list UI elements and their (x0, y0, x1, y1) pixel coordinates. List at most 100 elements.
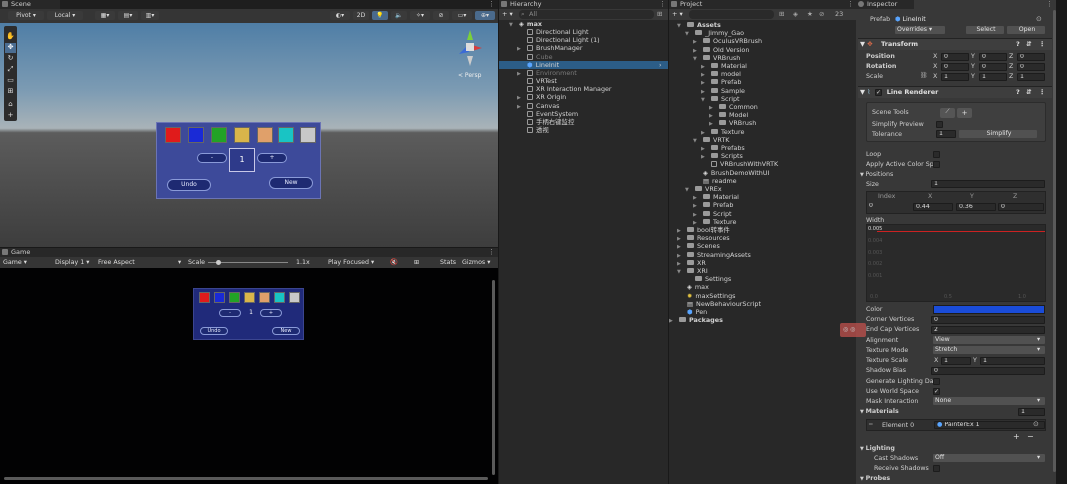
project-item[interactable]: Settings (669, 275, 849, 283)
hierarchy-item[interactable]: ▶ BrushManager (499, 44, 668, 52)
project-item[interactable]: ▼ XRI (669, 267, 849, 275)
expand-arrow-icon[interactable] (517, 126, 524, 134)
tab-project[interactable]: Project (669, 0, 725, 9)
color-swatch-gray[interactable] (300, 127, 316, 143)
decrease-button[interactable]: - (197, 153, 227, 163)
scale-slider[interactable] (208, 260, 288, 265)
material-add-button[interactable]: + (1013, 432, 1020, 441)
project-item[interactable]: ▼ _Jimmy_Gao (669, 29, 849, 37)
rot-x-field[interactable]: 0 (941, 63, 969, 71)
overlay-marker-icon[interactable]: ◎ ◎ (840, 323, 866, 337)
project-item[interactable]: ▶ Script (669, 210, 849, 218)
receive-shadows-checkbox[interactable] (933, 465, 940, 472)
project-item[interactable]: ▶ Sample (669, 87, 849, 95)
game-more-options-icon[interactable]: ⋮ (488, 248, 495, 256)
help-icon[interactable]: ? (1016, 87, 1020, 98)
increase-button[interactable]: + (257, 153, 287, 163)
hand-tool-icon[interactable]: ✋ (5, 32, 16, 42)
generate-lighting-checkbox[interactable] (933, 378, 940, 385)
expand-arrow-icon[interactable] (677, 292, 684, 300)
hierarchy-more-icon[interactable]: ⋮ (659, 0, 666, 8)
prefab-target-icon[interactable]: ⊙ (1036, 15, 1042, 23)
scl-y-field[interactable]: 1 (979, 73, 1007, 81)
game-swatch-orange[interactable] (259, 292, 270, 303)
play-focused-dropdown[interactable]: Play Focused ▾ (328, 257, 374, 268)
project-item[interactable]: ▶ Material (669, 193, 849, 201)
local-dropdown[interactable]: Local ▾ (47, 11, 83, 20)
tab-scene[interactable]: Scene (0, 0, 60, 9)
alignment-dropdown[interactable]: View ▾ (933, 336, 1045, 344)
rot-z-field[interactable]: 0 (1017, 63, 1045, 71)
preset-icon[interactable]: ⇵ (1026, 87, 1031, 98)
project-item[interactable]: ▶ model (669, 70, 849, 78)
edit-points-button[interactable]: ⟋ (940, 108, 955, 118)
hierarchy-item[interactable]: Directional Light (499, 28, 668, 36)
grid-toggle-button[interactable]: ▥▾ (141, 11, 159, 20)
perspective-label[interactable]: < Persp (458, 72, 481, 79)
project-item[interactable]: ▶ Packages (669, 316, 849, 324)
expand-arrow-icon[interactable] (517, 61, 524, 69)
line-renderer-enabled-checkbox[interactable]: ✓ (875, 89, 882, 96)
width-curve-line[interactable] (877, 231, 1045, 232)
scl-z-field[interactable]: 1 (1017, 73, 1045, 81)
expand-arrow-icon[interactable] (517, 110, 524, 118)
expand-arrow-icon[interactable] (677, 283, 684, 291)
filter-type-icon[interactable]: ⊞ (779, 10, 784, 18)
project-item[interactable]: ▶ Texture (669, 128, 849, 136)
loop-checkbox[interactable] (933, 151, 940, 158)
expand-arrow-icon[interactable] (685, 275, 692, 283)
simplify-preview-checkbox[interactable] (936, 121, 943, 128)
end-cap-vertices-field[interactable]: 2 (931, 326, 1045, 334)
display-dropdown[interactable]: Display 1 ▾ (55, 257, 89, 268)
inspector-more-icon[interactable]: ⋮ (1046, 0, 1053, 8)
color-swatch-blue[interactable] (188, 127, 204, 143)
stats-button[interactable]: Stats (440, 257, 456, 268)
expand-arrow-icon[interactable] (693, 169, 700, 177)
create-points-button[interactable]: + (957, 108, 972, 118)
project-item[interactable]: ▶ Old Version (669, 46, 849, 54)
hierarchy-item[interactable]: Cube (499, 53, 668, 61)
hierarchy-item[interactable]: XR Interaction Manager (499, 85, 668, 93)
effects-button[interactable]: ✧▾ (410, 11, 430, 20)
texture-mode-dropdown[interactable]: Stretch ▾ (933, 346, 1045, 354)
pos-z-field[interactable]: 0 (1017, 53, 1045, 61)
custom-tool-icon[interactable]: ⌂ (5, 100, 16, 110)
tab-inspector[interactable]: Inspector (856, 0, 914, 9)
color-swatch-red[interactable] (165, 127, 181, 143)
project-item[interactable]: ▶ Material (669, 62, 849, 70)
select-button[interactable]: Select (966, 26, 1004, 34)
project-item[interactable]: ▶ Model (669, 111, 849, 119)
expand-arrow-icon[interactable]: ▶ (669, 316, 676, 325)
position-cell-2[interactable]: 0.36 (956, 203, 996, 211)
hierarchy-item[interactable]: 透视 (499, 126, 668, 134)
project-item[interactable]: ◈ max (669, 283, 849, 291)
project-item[interactable]: ▶ Prefabs (669, 144, 849, 152)
hierarchy-item[interactable]: ▶ Canvas (499, 102, 668, 110)
more-options-icon[interactable]: ⋮ (488, 0, 495, 8)
probes-label[interactable]: ▼ Probes (860, 474, 890, 484)
game-swatch-cyan[interactable] (274, 292, 285, 303)
project-item[interactable]: ◈ BrushDemoWithUI (669, 169, 849, 177)
project-item[interactable]: ▼ VRTK (669, 136, 849, 144)
project-item[interactable]: ▶ VRBrush (669, 119, 849, 127)
transform-header[interactable]: ▼ ✥ Transform ? ⇵ ⋮ (858, 38, 1052, 50)
inspector-scrollbar[interactable] (1053, 10, 1056, 472)
project-item[interactable]: ▶ StreamingAssets (669, 251, 849, 259)
undo-button[interactable]: Undo (167, 179, 211, 191)
project-item[interactable]: ⬢ Pen (669, 308, 849, 316)
prefab-name[interactable]: ⬢ LineInit (895, 15, 926, 24)
simplify-button[interactable]: Simplify (959, 130, 1037, 138)
project-item[interactable]: ▼ Script (669, 95, 849, 103)
filter-label-icon[interactable]: ◈ (793, 10, 798, 18)
game-ui-panel[interactable]: - 1 + Undo New (193, 288, 304, 340)
color-swatch-green[interactable] (211, 127, 227, 143)
overrides-dropdown[interactable]: Overrides ▾ (895, 26, 945, 34)
project-item[interactable]: ▶ Resources (669, 234, 849, 242)
hidden-objects-button[interactable]: ⊘ (433, 11, 449, 20)
game-scrollbar-h[interactable] (4, 477, 488, 480)
mask-interaction-dropdown[interactable]: None ▾ (933, 397, 1045, 405)
positions-label[interactable]: ▼ Positions (860, 170, 893, 180)
expand-arrow-icon[interactable] (701, 160, 708, 168)
material-field[interactable]: ● PainterEx 1 (934, 421, 1045, 429)
open-button[interactable]: Open (1007, 26, 1045, 34)
